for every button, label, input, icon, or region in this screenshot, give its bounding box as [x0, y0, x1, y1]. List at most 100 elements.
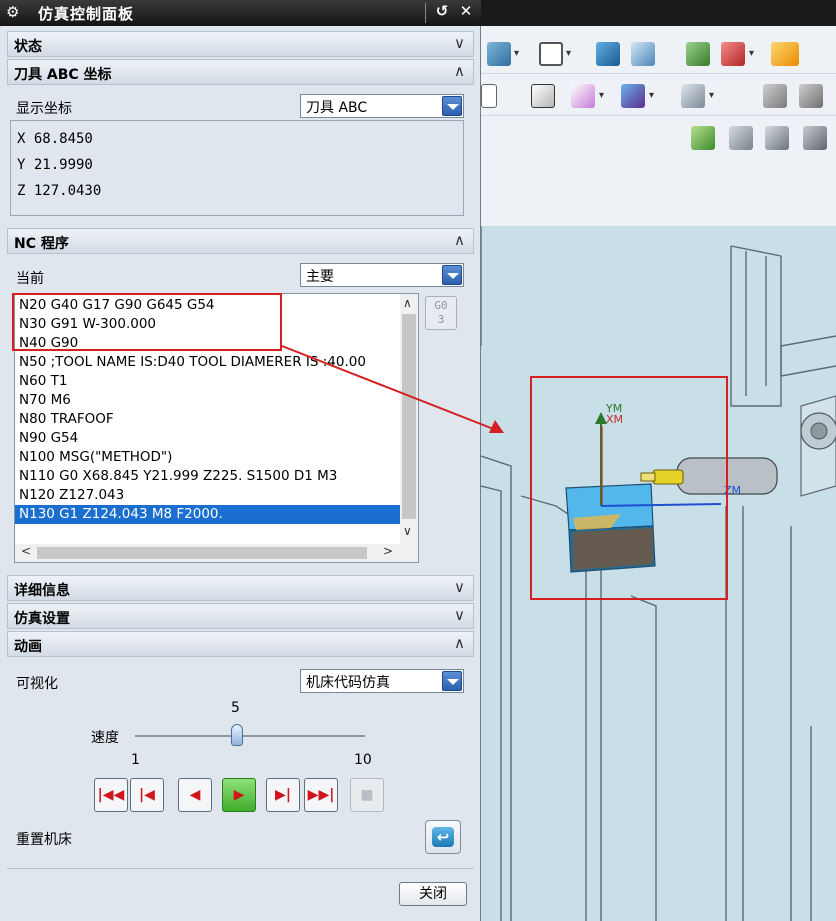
g0-button[interactable]: G0 3	[425, 296, 457, 330]
chevron-down-icon[interactable]: ▾	[749, 48, 757, 59]
stop-icon: ■	[360, 787, 374, 803]
nc-line[interactable]: N60 T1	[15, 372, 400, 391]
vertical-scrollbar[interactable]: ∧ ∨	[400, 294, 418, 544]
section-sim-settings-header[interactable]: 仿真设置 ∨	[7, 603, 474, 629]
play-forward-button[interactable]: ▶	[222, 778, 256, 812]
chevron-down-icon[interactable]	[442, 96, 462, 116]
generate-path-icon[interactable]	[571, 84, 595, 108]
check-icon[interactable]	[691, 126, 715, 150]
current-program-select[interactable]: 主要	[300, 263, 464, 287]
annotation-highlight-part	[530, 376, 728, 600]
chevron-down-icon[interactable]: ▾	[649, 90, 657, 101]
nc-line[interactable]: N130 G1 Z124.043 M8 F2000.	[15, 505, 400, 524]
csys-icon[interactable]	[596, 42, 620, 66]
horizontal-scrollbar[interactable]: < >	[15, 544, 418, 562]
nc-line[interactable]: N50 ;TOOL NAME IS:D40 TOOL DIAMERER IS :…	[15, 353, 400, 372]
chevron-down-icon[interactable]: ▾	[566, 48, 574, 59]
batch-icon[interactable]	[799, 84, 823, 108]
scroll-right-icon[interactable]: >	[383, 544, 393, 558]
stop-button[interactable]: ■	[350, 778, 384, 812]
nc-line[interactable]: N100 MSG("METHOD")	[15, 448, 400, 467]
speed-slider-handle[interactable]	[231, 724, 243, 746]
section-details-header[interactable]: 详细信息 ∨	[7, 575, 474, 601]
layer-icon[interactable]	[686, 42, 710, 66]
step-to-start-icon: |◀◀	[97, 787, 125, 803]
dialog-footer: 关闭	[7, 868, 474, 914]
chevron-down-icon[interactable]: ▾	[514, 48, 522, 59]
graphics-viewport[interactable]: YM XM ZM	[481, 226, 836, 921]
doc-icon[interactable]	[481, 84, 497, 108]
speed-max: 10	[354, 752, 372, 768]
machine-icon[interactable]	[729, 126, 753, 150]
close-icon[interactable]: ✕	[456, 2, 476, 24]
step-to-start-button[interactable]: |◀◀	[94, 778, 128, 812]
nc-line[interactable]: N110 G0 X68.845 Y21.999 Z225. S1500 D1 M…	[15, 467, 400, 486]
toolbar-row-3	[481, 118, 836, 158]
step-back-button[interactable]: |◀	[130, 778, 164, 812]
render-style-icon[interactable]	[539, 42, 563, 66]
chevron-down-icon[interactable]	[442, 671, 462, 691]
view-orient-icon[interactable]	[487, 42, 511, 66]
scroll-down-icon[interactable]: ∨	[403, 524, 412, 538]
app-titlebar-strip	[481, 0, 836, 26]
nc-line[interactable]: N70 M6	[15, 391, 400, 410]
section-status-header[interactable]: 状态 ∨	[7, 31, 474, 57]
speed-min: 1	[131, 752, 140, 768]
display-coord-label: 显示坐标	[16, 101, 72, 117]
nc-line[interactable]: N90 G54	[15, 429, 400, 448]
fixture-icon[interactable]	[765, 126, 789, 150]
reset-dialog-icon[interactable]: ↺	[432, 2, 452, 24]
visualize-select[interactable]: 机床代码仿真	[300, 669, 464, 693]
select-value: 机床代码仿真	[306, 675, 390, 691]
play-reverse-icon: ◀	[189, 787, 201, 803]
toolbar-ribbon: ▾ ▾ ▾ ▾ ▾ ▾	[481, 26, 836, 226]
shop-doc-icon[interactable]	[763, 84, 787, 108]
step-forward-button[interactable]: ▶|	[266, 778, 300, 812]
speed-value: 5	[231, 700, 240, 716]
kinematics-icon[interactable]	[803, 126, 827, 150]
post-process-icon[interactable]	[681, 84, 705, 108]
create-operation-icon[interactable]	[531, 84, 555, 108]
section-animation-header[interactable]: 动画 ∧	[7, 631, 474, 657]
chevron-up-icon: ∧	[454, 634, 465, 652]
dialog-title: 仿真控制面板	[38, 5, 135, 23]
gear-icon[interactable]: ⚙	[6, 3, 19, 21]
chevron-up-icon: ∧	[454, 62, 465, 80]
speed-slider-track[interactable]	[135, 735, 365, 737]
current-program-label: 当前	[16, 271, 44, 287]
play-reverse-button[interactable]: ◀	[178, 778, 212, 812]
scroll-thumb[interactable]	[37, 547, 367, 559]
chevron-down-icon[interactable]	[442, 265, 462, 285]
select-value: 刀具 ABC	[306, 100, 368, 116]
chevron-down-icon[interactable]: ▾	[709, 90, 717, 101]
dialog-titlebar[interactable]: ⚙ 仿真控制面板 ↺ ✕	[0, 0, 481, 26]
reset-machine-button[interactable]: ↩	[425, 820, 461, 854]
step-to-end-icon: ▶▶|	[307, 787, 335, 803]
section-nc-program-header[interactable]: NC 程序 ∧	[7, 228, 474, 254]
nc-line[interactable]: N120 Z127.043	[15, 486, 400, 505]
section-view-icon[interactable]	[631, 42, 655, 66]
g0-sub-label: 3	[437, 313, 445, 326]
scroll-thumb[interactable]	[402, 314, 416, 519]
chevron-down-icon: ∨	[454, 606, 465, 624]
section-tool-coord-header[interactable]: 刀具 ABC 坐标 ∧	[7, 59, 474, 85]
scroll-up-icon[interactable]: ∧	[403, 296, 412, 310]
coord-x: X 68.8450	[17, 131, 93, 147]
step-to-end-button[interactable]: ▶▶|	[304, 778, 338, 812]
scroll-left-icon[interactable]: <	[21, 544, 31, 558]
reset-machine-label: 重置机床	[16, 832, 72, 848]
verify-path-icon[interactable]	[621, 84, 645, 108]
chevron-down-icon[interactable]: ▾	[599, 90, 607, 101]
section-title: 动画	[14, 639, 42, 655]
chevron-down-icon: ∨	[454, 34, 465, 52]
section-title: 详细信息	[14, 583, 70, 599]
speed-label: 速度	[91, 730, 119, 746]
g0-label: G0	[434, 299, 448, 312]
snap-icon[interactable]	[771, 42, 799, 66]
close-button[interactable]: 关闭	[399, 882, 467, 906]
display-coord-select[interactable]: 刀具 ABC	[300, 94, 464, 118]
wcs-icon[interactable]	[721, 42, 745, 66]
chevron-up-icon: ∧	[454, 231, 465, 249]
nc-line[interactable]: N80 TRAFOOF	[15, 410, 400, 429]
section-title: 状态	[14, 39, 42, 55]
